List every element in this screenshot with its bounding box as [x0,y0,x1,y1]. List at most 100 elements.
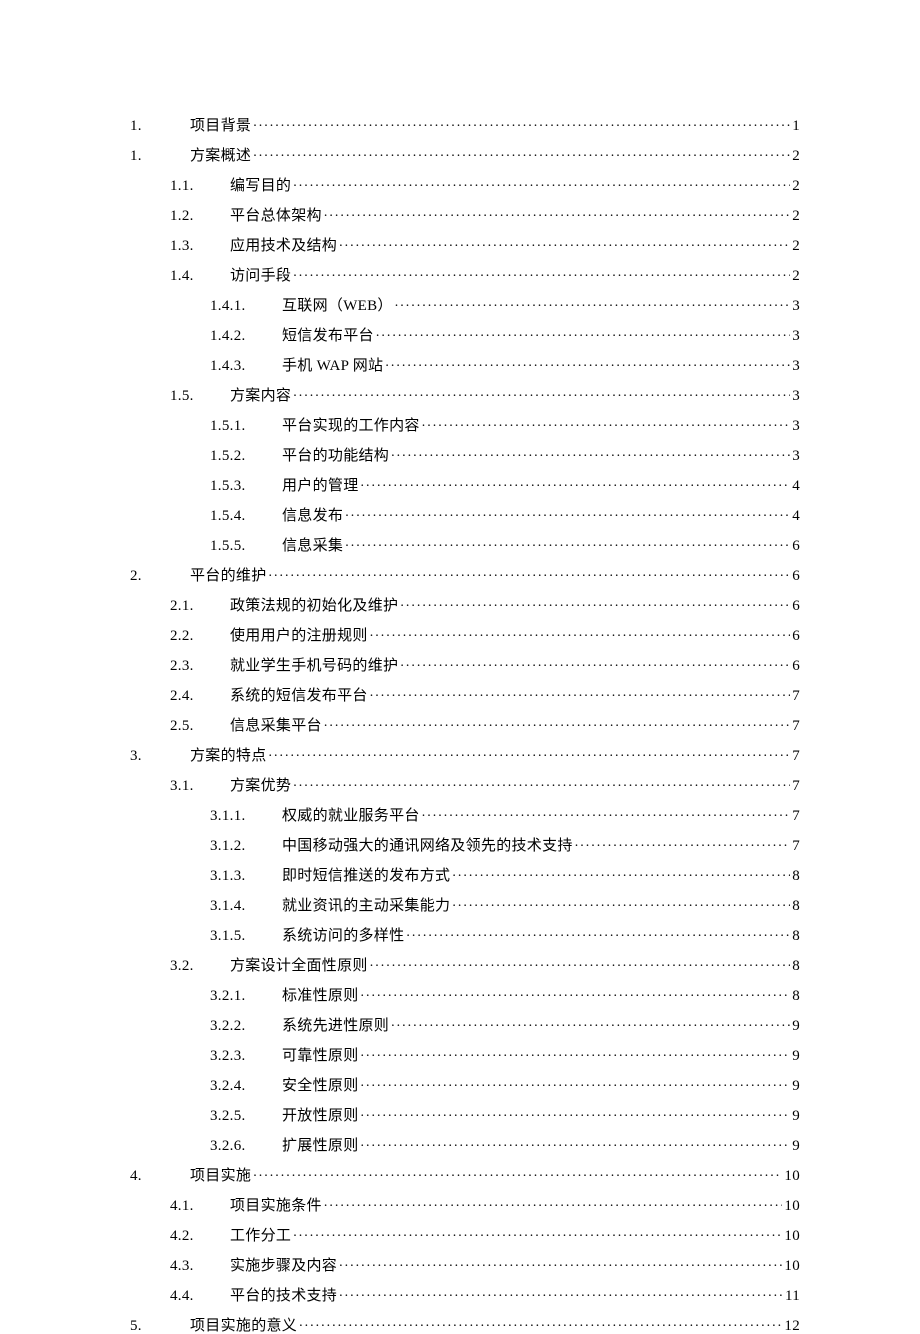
toc-entry[interactable]: 3.2.4.安全性原则9 [130,1075,800,1094]
toc-entry[interactable]: 4.1.项目实施条件10 [130,1195,800,1214]
toc-entry[interactable]: 3.1.4.就业资讯的主动采集能力8 [130,895,800,914]
toc-entry[interactable]: 3.2.2.系统先进性原则9 [130,1015,800,1034]
toc-leader-dots [345,505,790,520]
toc-leader-dots [452,895,790,910]
toc-entry-title: 就业学生手机号码的维护 [230,659,398,674]
toc-entry-number: 3.2.6. [210,1139,264,1154]
toc-entry-number: 2.3. [170,659,212,674]
toc-entry[interactable]: 5. 项目实施的意义 12 [130,1315,800,1334]
toc-entry-number: 1. [130,119,172,134]
toc-entry-page: 6 [792,599,800,614]
toc-entry-title: 扩展性原则 [282,1139,359,1154]
toc-leader-dots [339,1255,782,1270]
toc-entry-number: 3. [130,749,172,764]
toc-leader-dots [339,1285,783,1300]
toc-entry-title: 编写目的 [230,179,291,194]
toc-entry-title: 信息采集平台 [230,719,322,734]
toc-entry-title: 方案概述 [190,149,251,164]
toc-entry[interactable]: 1.1.编写目的2 [130,175,800,194]
toc-entry-title: 使用用户的注册规则 [230,629,368,644]
toc-entry[interactable]: 3.2.5.开放性原则9 [130,1105,800,1124]
toc-entry-number: 3.1.4. [210,899,264,914]
toc-entry-page: 10 [784,1229,800,1244]
toc-entry-page: 7 [792,779,800,794]
toc-entry[interactable]: 1.5.2.平台的功能结构3 [130,445,800,464]
toc-entry[interactable]: 1.4.3.手机 WAP 网站3 [130,355,800,374]
toc-entry-page: 9 [792,1049,800,1064]
toc-entry-title: 标准性原则 [282,989,359,1004]
toc-entry-title: 方案设计全面性原则 [230,959,368,974]
toc-entry[interactable]: 3.1.1.权威的就业服务平台7 [130,805,800,824]
toc-entry-page: 3 [792,419,800,434]
toc-entry-title: 项目实施条件 [230,1199,322,1214]
toc-leader-dots [299,1315,782,1330]
toc-entry-title: 信息采集 [282,539,343,554]
toc-entry[interactable]: 2.5.信息采集平台7 [130,715,800,734]
toc-entry-page: 4 [792,509,800,524]
toc-entry-number: 1.4.3. [210,359,264,374]
toc-entry-page: 10 [784,1259,800,1274]
toc-entry[interactable]: 2.1.政策法规的初始化及维护6 [130,595,800,614]
toc-entry[interactable]: 3.2.6.扩展性原则9 [130,1135,800,1154]
toc-leader-dots [324,1195,783,1210]
toc-entry[interactable]: 1.4.访问手段2 [130,265,800,284]
toc-entry-page: 7 [792,839,800,854]
toc-leader-dots [422,805,790,820]
toc-leader-dots [293,1225,782,1240]
toc-leader-dots [361,1135,791,1150]
toc-entry-title: 可靠性原则 [282,1049,359,1064]
toc-entry-title: 实施步骤及内容 [230,1259,337,1274]
toc-entry-title: 项目实施的意义 [190,1319,297,1334]
toc-entry[interactable]: 2.3.就业学生手机号码的维护6 [130,655,800,674]
toc-entry[interactable]: 3.1.3.即时短信推送的发布方式8 [130,865,800,884]
toc-entry[interactable]: 2.4.系统的短信发布平台7 [130,685,800,704]
toc-entry-page: 3 [792,449,800,464]
toc-entry[interactable]: 1.5.3.用户的管理4 [130,475,800,494]
toc-entry[interactable]: 4.项目实施10 [130,1165,800,1184]
toc-entry[interactable]: 2.平台的维护6 [130,565,800,584]
toc-leader-dots [324,715,790,730]
toc-entry-page: 9 [792,1019,800,1034]
toc-entry[interactable]: 1.3.应用技术及结构2 [130,235,800,254]
toc-entry[interactable]: 4.3.实施步骤及内容10 [130,1255,800,1274]
toc-entry-title: 平台的功能结构 [282,449,389,464]
toc-entry-page: 9 [792,1109,800,1124]
toc-leader-dots [293,775,790,790]
toc-entry[interactable]: 1.5.5.信息采集6 [130,535,800,554]
toc-entry-title: 方案内容 [230,389,291,404]
toc-entry[interactable]: 3.2.1.标准性原则8 [130,985,800,1004]
toc-leader-dots [269,565,791,580]
toc-entry[interactable]: 1.4.1.互联网（WEB）3 [130,295,800,314]
toc-entry[interactable]: 3.1.方案优势7 [130,775,800,794]
toc-entry[interactable]: 4.4.平台的技术支持11 [130,1285,800,1304]
toc-entry-title: 互联网（WEB） [282,299,393,314]
toc-entry[interactable]: 1.5.1.平台实现的工作内容3 [130,415,800,434]
toc-entry-title: 短信发布平台 [282,329,374,344]
toc-entry[interactable]: 3.1.2.中国移动强大的通讯网络及领先的技术支持7 [130,835,800,854]
toc-entry[interactable]: 3.2.3.可靠性原则9 [130,1045,800,1064]
toc-entry-page: 8 [792,869,800,884]
toc-entry-number: 1.5.5. [210,539,264,554]
toc-leader-dots [361,1105,791,1120]
toc-entry[interactable]: 2.2.使用用户的注册规则6 [130,625,800,644]
toc-entry[interactable]: 3.2.方案设计全面性原则8 [130,955,800,974]
toc-entry[interactable]: 1.方案概述2 [130,145,800,164]
toc-entry-number: 4.2. [170,1229,212,1244]
toc-entry[interactable]: 1.5.4.信息发布4 [130,505,800,524]
toc-entry[interactable]: 4.2.工作分工10 [130,1225,800,1244]
toc-entry[interactable]: 3.方案的特点7 [130,745,800,764]
toc-entry-number: 5. [130,1319,172,1334]
toc-entry[interactable]: 1.2.平台总体架构2 [130,205,800,224]
toc-leader-dots [253,115,790,130]
toc-entry-page: 12 [784,1319,800,1334]
toc-entry-page: 2 [792,239,800,254]
toc-entry-page: 7 [792,809,800,824]
toc-entry[interactable]: 1.5.方案内容3 [130,385,800,404]
toc-entry-number: 3.2. [170,959,212,974]
toc-entry[interactable]: 3.1.5.系统访问的多样性8 [130,925,800,944]
toc-entry[interactable]: 1.项目背景1 [130,115,800,134]
toc-leader-dots [370,625,790,640]
toc-entry-number: 3.1.5. [210,929,264,944]
toc-entry-title: 访问手段 [230,269,291,284]
toc-entry[interactable]: 1.4.2.短信发布平台3 [130,325,800,344]
